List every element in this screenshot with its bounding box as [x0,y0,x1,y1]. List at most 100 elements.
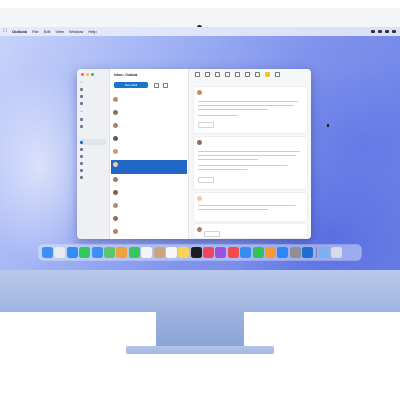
folder-item[interactable] [80,153,106,159]
reply-all-icon[interactable] [245,72,250,77]
list-item[interactable] [111,147,187,159]
list-item[interactable] [111,121,187,133]
downloads-folder-icon[interactable] [318,247,330,258]
clock-icon[interactable] [392,30,396,33]
folder-item[interactable] [80,123,106,129]
delete-icon[interactable] [195,72,200,77]
folder-icon [80,147,83,151]
avatar [197,140,202,145]
attachment-chip[interactable] [198,122,214,128]
music-icon[interactable] [203,247,215,258]
folder-item[interactable] [80,160,106,166]
keynote-icon[interactable] [240,247,252,258]
outlook-window: ••• ••• Inbox • Outlook New Mail [77,69,311,239]
list-item[interactable] [111,108,187,120]
search-icon[interactable] [378,30,382,33]
list-item[interactable] [111,134,187,146]
numbers-icon[interactable] [252,247,264,258]
trash-icon[interactable] [330,247,342,258]
finder-icon[interactable] [42,247,53,258]
settings-icon[interactable] [289,247,301,258]
folder-item[interactable] [80,116,106,122]
attachment-chip[interactable] [198,177,214,183]
notes-icon[interactable] [178,247,190,258]
window-controls [81,73,94,76]
minimize-window-icon[interactable] [86,73,89,76]
avatar [197,90,202,95]
dock [39,245,361,260]
filter-icon[interactable] [154,83,159,88]
folder-icon [80,168,83,172]
photos-icon[interactable] [116,247,128,258]
email-body-line [198,101,298,103]
tv-icon[interactable] [190,247,202,258]
email-card[interactable] [194,193,307,221]
menu-app[interactable]: Outlook [12,29,27,34]
podcasts-icon[interactable] [215,247,227,258]
imac-stand-foot [126,346,274,354]
move-icon[interactable] [215,72,220,77]
sort-icon[interactable] [163,83,168,88]
list-item[interactable] [111,201,187,213]
facetime-icon[interactable] [128,247,140,258]
launchpad-icon[interactable] [54,247,66,258]
new-mail-button[interactable]: New Mail [114,82,148,88]
list-item[interactable] [111,175,187,187]
pages-icon[interactable] [265,247,277,258]
reminders-icon[interactable] [165,247,177,258]
contacts-icon[interactable] [153,247,165,258]
status-area [371,30,396,33]
messages-icon[interactable] [79,247,91,258]
folder-item[interactable] [80,167,106,173]
email-body-line [198,159,258,161]
zoom-window-icon[interactable] [91,73,94,76]
menu-bar:  Outlook File Edit View Window Help [0,27,400,36]
menu-view[interactable]: View [55,29,64,34]
folder-item-selected[interactable] [80,139,106,145]
list-item[interactable] [111,214,187,226]
maps-icon[interactable] [103,247,115,258]
email-card[interactable] [194,224,307,238]
folder-icon [80,154,83,158]
list-item-selected[interactable] [111,160,187,174]
menu-help[interactable]: Help [88,29,96,34]
menu-file[interactable]: File [32,29,38,34]
outlook-icon[interactable] [302,247,314,258]
attachment-chip[interactable] [204,231,220,237]
menu-edit[interactable]: Edit [44,29,51,34]
folder-item[interactable] [80,86,106,92]
folder-icon [80,175,83,179]
folder-group-favorites: ••• [80,81,83,84]
wifi-icon[interactable] [371,30,375,33]
folder-item[interactable] [80,146,106,152]
menu-window[interactable]: Window [69,29,83,34]
list-item[interactable] [111,95,187,107]
forward-icon[interactable] [255,72,260,77]
folder-item[interactable] [80,93,106,99]
folder-item[interactable] [80,100,106,106]
list-item[interactable] [111,227,187,239]
close-window-icon[interactable] [81,73,84,76]
folder-item[interactable] [80,174,106,180]
app-store-icon[interactable] [277,247,289,258]
mail-icon[interactable] [91,247,103,258]
news-icon[interactable] [227,247,239,258]
more-icon[interactable] [275,72,280,77]
flag-icon[interactable] [225,72,230,77]
apple-menu-icon[interactable]:  [3,29,7,34]
archive-icon[interactable] [205,72,210,77]
mouse-pointer-icon [327,124,329,127]
email-card[interactable] [194,87,307,133]
control-center-icon[interactable] [385,30,389,33]
avatar [197,196,202,201]
list-item[interactable] [111,188,187,200]
reply-icon[interactable] [235,72,240,77]
imac-chin [0,270,400,312]
tag-icon[interactable] [265,72,270,77]
folder-group-account: ••• [80,110,83,113]
email-body-line [198,109,268,111]
folder-icon [80,117,83,121]
email-card[interactable] [194,137,307,189]
calendar-icon[interactable] [141,247,153,258]
safari-icon[interactable] [66,247,78,258]
